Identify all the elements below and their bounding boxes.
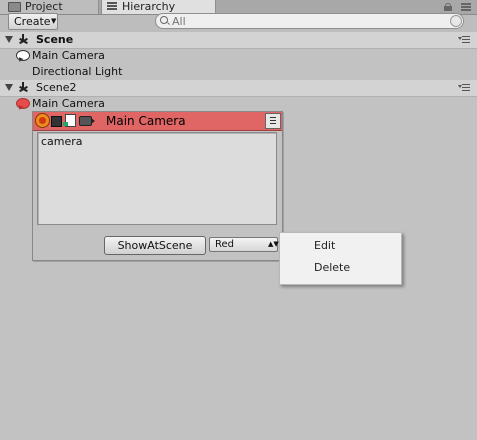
context-menu-edit[interactable]: Edit xyxy=(281,235,400,257)
folder-icon xyxy=(8,2,21,12)
hierarchy-item-label: Main Camera xyxy=(32,97,105,110)
scene-header[interactable]: Scene2 xyxy=(0,80,477,97)
popup-title-bar[interactable]: Main Camera xyxy=(33,112,282,131)
popup-title: Main Camera xyxy=(106,114,186,128)
tab-project[interactable]: Project xyxy=(0,0,99,14)
panel-menu-icon[interactable] xyxy=(461,3,471,12)
context-menu-label: Edit xyxy=(314,239,336,252)
hierarchy-item[interactable]: Directional Light xyxy=(0,64,477,80)
search-input[interactable] xyxy=(172,14,432,28)
color-select-value: Red xyxy=(215,239,234,250)
color-select[interactable]: Red ▲▼ xyxy=(209,237,279,252)
updown-arrow-icon: ▲▼ xyxy=(268,240,279,248)
expand-triangle-icon[interactable] xyxy=(5,84,13,91)
clear-search-icon[interactable] xyxy=(450,15,462,27)
comment-popup: Main Camera camera ShowAtScene Red ▲▼ xyxy=(32,111,283,261)
scene-menu-icon[interactable] xyxy=(458,84,470,92)
tab-hierarchy[interactable]: Hierarchy xyxy=(101,0,216,14)
unity-scene-icon xyxy=(18,34,29,45)
hierarchy-item-label: Directional Light xyxy=(32,65,123,78)
create-dropdown[interactable]: Create ▼ xyxy=(8,13,58,30)
show-at-scene-button[interactable]: ShowAtScene xyxy=(104,236,206,255)
popup-menu-icon[interactable] xyxy=(265,113,281,129)
chevron-down-icon: ▼ xyxy=(51,17,57,25)
hierarchy-item-label: Main Camera xyxy=(32,49,105,62)
hierarchy-item[interactable]: Main Camera xyxy=(0,48,477,64)
tab-hierarchy-label: Hierarchy xyxy=(122,0,176,13)
cube-icon xyxy=(51,116,62,127)
script-icon xyxy=(63,114,76,127)
hierarchy-icon xyxy=(107,2,117,11)
comment-bubble-icon[interactable] xyxy=(16,50,30,61)
search-field xyxy=(155,13,464,29)
tab-project-label: Project xyxy=(25,0,63,13)
search-icon[interactable] xyxy=(160,16,168,24)
scene-header[interactable]: Scene xyxy=(0,32,477,49)
hierarchy-item[interactable]: Main Camera xyxy=(0,96,477,112)
comment-textarea[interactable]: camera xyxy=(37,132,277,225)
context-menu-label: Delete xyxy=(314,261,351,274)
context-menu: Edit Delete xyxy=(279,232,402,285)
scene-title: Scene xyxy=(36,33,74,46)
record-icon[interactable] xyxy=(35,113,50,128)
create-label: Create xyxy=(14,15,51,28)
unity-scene-icon xyxy=(18,82,29,93)
scene-title: Scene2 xyxy=(36,81,77,94)
lock-icon[interactable] xyxy=(444,3,452,11)
context-menu-delete[interactable]: Delete xyxy=(281,257,400,279)
camera-icon xyxy=(79,116,95,126)
comment-bubble-icon[interactable] xyxy=(16,98,30,109)
expand-triangle-icon[interactable] xyxy=(5,36,13,43)
scene-menu-icon[interactable] xyxy=(458,36,470,44)
